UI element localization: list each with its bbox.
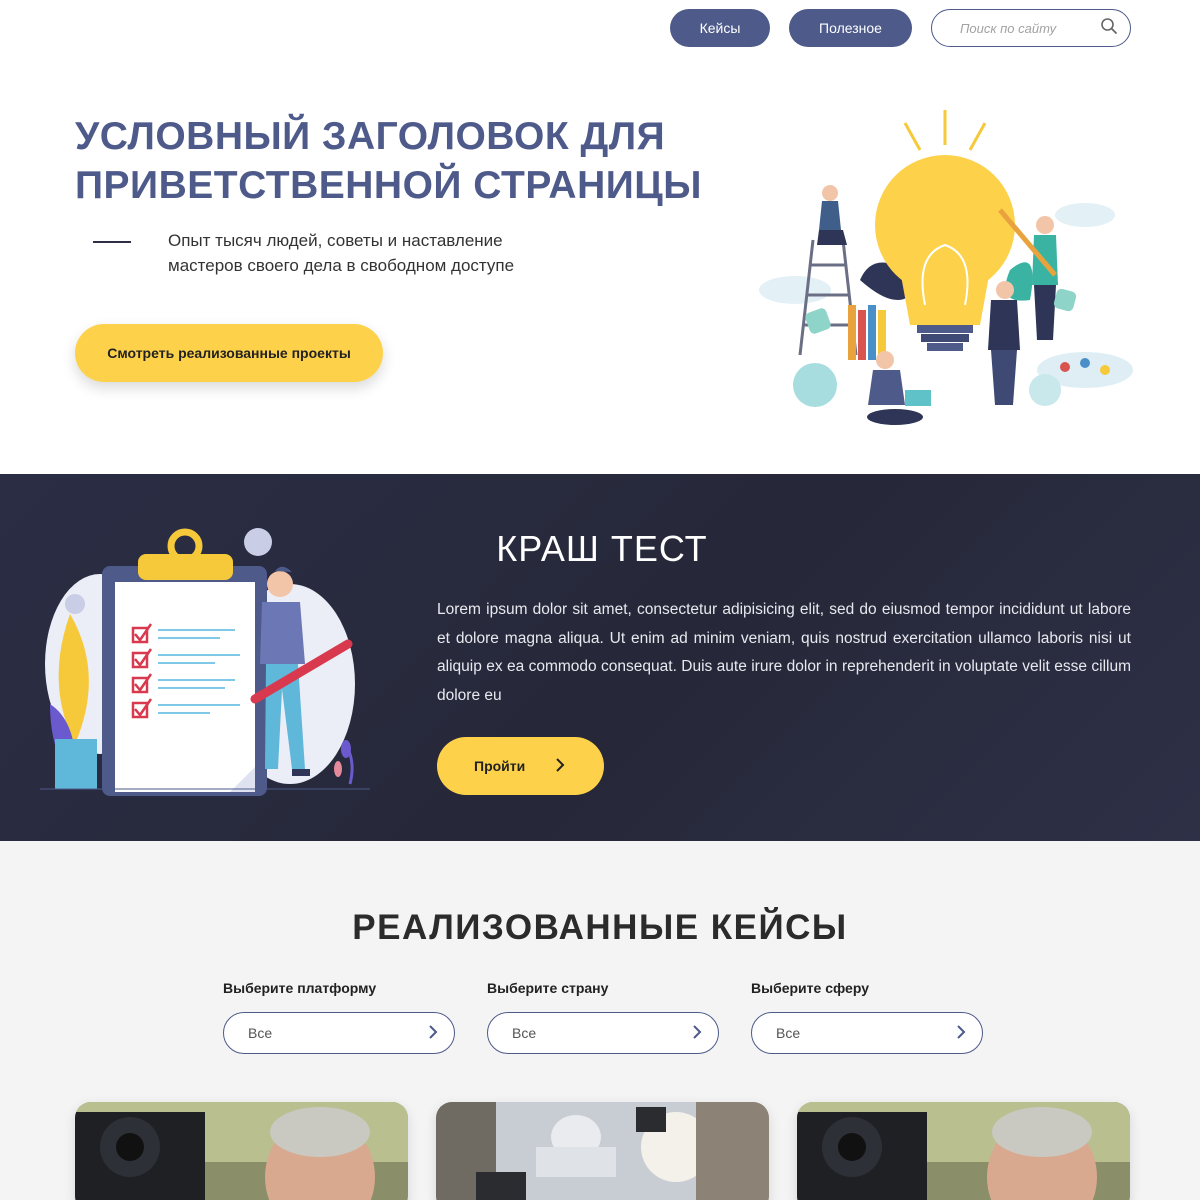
cases-title: РЕАЛИЗОВАННЫЕ КЕЙСЫ bbox=[352, 908, 848, 947]
sphere-filter-label: Выберите сферу bbox=[751, 980, 869, 996]
hero-subtitle-line: мастеров своего дела в свободном доступе bbox=[168, 256, 515, 275]
capitol-press-photo bbox=[436, 1102, 769, 1200]
country-select-value: Все bbox=[512, 1025, 537, 1041]
chevron-right-icon bbox=[428, 1024, 438, 1042]
platform-filter-label: Выберите платформу bbox=[223, 980, 377, 996]
top-nav: Кейсы Полезное bbox=[670, 9, 1131, 47]
view-projects-button[interactable]: Смотреть реализованные проекты bbox=[75, 324, 383, 382]
hero-dash-divider bbox=[93, 241, 131, 243]
start-test-button[interactable]: Пройти bbox=[437, 737, 604, 795]
case-card[interactable] bbox=[75, 1102, 408, 1200]
search-icon[interactable] bbox=[1100, 17, 1118, 40]
cases-section: РЕАЛИЗОВАННЫЕ КЕЙСЫ Выберите платформу В… bbox=[0, 841, 1200, 1200]
platform-select-value: Все bbox=[248, 1025, 273, 1041]
hero-subtitle-line: Опыт тысяч людей, советы и наставление bbox=[168, 231, 503, 250]
country-filter-label: Выберите страну bbox=[487, 980, 609, 996]
nav-useful-button[interactable]: Полезное bbox=[789, 9, 912, 47]
platform-select[interactable]: Все bbox=[223, 1012, 455, 1054]
case-card[interactable] bbox=[797, 1102, 1130, 1200]
hero-title-line: ПРИВЕТСТВЕННОЙ СТРАНИЦЫ bbox=[75, 164, 702, 207]
crash-test-section: КРАШ ТЕСТ Lorem ipsum dolor sit amet, co… bbox=[0, 474, 1200, 841]
hero-subtitle: Опыт тысяч людей, советы и наставление м… bbox=[168, 228, 588, 278]
crash-test-description: Lorem ipsum dolor sit amet, consectetur … bbox=[437, 601, 1131, 704]
chevron-right-icon bbox=[956, 1024, 966, 1042]
checklist-illustration bbox=[40, 528, 370, 796]
nav-cases-button[interactable]: Кейсы bbox=[670, 9, 770, 47]
sphere-filter: Выберите сферу Все bbox=[751, 980, 983, 1054]
hero-title: УСЛОВНЫЙ ЗАГОЛОВОК ДЛЯ ПРИВЕТСТВЕННОЙ СТ… bbox=[75, 112, 735, 210]
lightbulb-teamwork-illustration bbox=[759, 110, 1133, 425]
sphere-select-value: Все bbox=[776, 1025, 801, 1041]
camera-operator-photo bbox=[75, 1102, 408, 1200]
hero-title-line: УСЛОВНЫЙ ЗАГОЛОВОК ДЛЯ bbox=[75, 115, 666, 158]
chevron-right-icon bbox=[555, 757, 565, 775]
sphere-select[interactable]: Все bbox=[751, 1012, 983, 1054]
country-select[interactable]: Все bbox=[487, 1012, 719, 1054]
country-filter: Выберите страну Все bbox=[487, 980, 719, 1054]
case-card[interactable] bbox=[436, 1102, 769, 1200]
search-input[interactable] bbox=[960, 20, 1100, 36]
chevron-right-icon bbox=[692, 1024, 702, 1042]
platform-filter: Выберите платформу Все bbox=[223, 980, 455, 1054]
start-test-label: Пройти bbox=[474, 758, 526, 774]
crash-test-title: КРАШ ТЕСТ bbox=[496, 528, 708, 569]
search-box[interactable] bbox=[931, 9, 1131, 47]
camera-operator-photo bbox=[797, 1102, 1130, 1200]
